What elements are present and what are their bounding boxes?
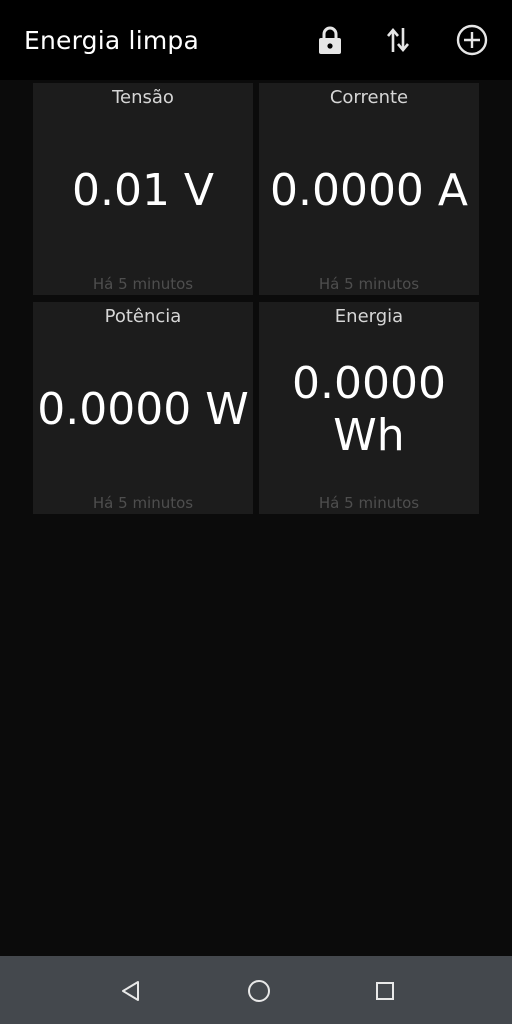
lock-icon — [319, 26, 341, 54]
tile-timestamp: Há 5 minutos — [318, 275, 420, 293]
tile-voltage[interactable]: Tensão 0.01 V Há 5 minutos — [33, 83, 253, 295]
recents-icon — [376, 982, 394, 1000]
tile-title: Corrente — [329, 87, 409, 108]
tile-title: Energia — [334, 306, 404, 327]
tile-current[interactable]: Corrente 0.0000 A Há 5 minutos — [259, 83, 479, 295]
tile-power[interactable]: Potência 0.0000 W Há 5 minutos — [33, 302, 253, 514]
tile-value: 0.0000 A — [269, 165, 469, 216]
add-circle-icon — [456, 24, 488, 56]
tile-timestamp: Há 5 minutos — [92, 494, 194, 512]
recents-button[interactable] — [370, 976, 400, 1006]
system-navigation-bar — [0, 956, 512, 1024]
tile-title: Potência — [104, 306, 182, 327]
tile-value: 0.0000 W — [37, 384, 249, 435]
tile-energy[interactable]: Energia 0.0000 Wh Há 5 minutos — [259, 302, 479, 514]
swap-vertical-icon — [387, 27, 409, 53]
tile-value: 0.01 V — [71, 165, 215, 216]
tile-value: 0.0000 Wh — [292, 358, 446, 461]
sort-button[interactable] — [378, 20, 418, 60]
back-button[interactable] — [116, 976, 146, 1006]
home-button[interactable] — [244, 976, 274, 1006]
tile-timestamp: Há 5 minutos — [92, 275, 194, 293]
lock-button[interactable] — [310, 20, 350, 60]
tile-title: Tensão — [112, 87, 174, 108]
back-icon — [122, 981, 139, 1001]
home-icon — [248, 980, 270, 1002]
top-app-bar: Energia limpa — [0, 0, 512, 80]
add-button[interactable] — [452, 20, 492, 60]
app-title: Energia limpa — [24, 26, 199, 55]
app-screen: Energia limpa Tensão 0.01 V Há 5 minutos… — [0, 0, 512, 1024]
tile-timestamp: Há 5 minutos — [318, 494, 420, 512]
